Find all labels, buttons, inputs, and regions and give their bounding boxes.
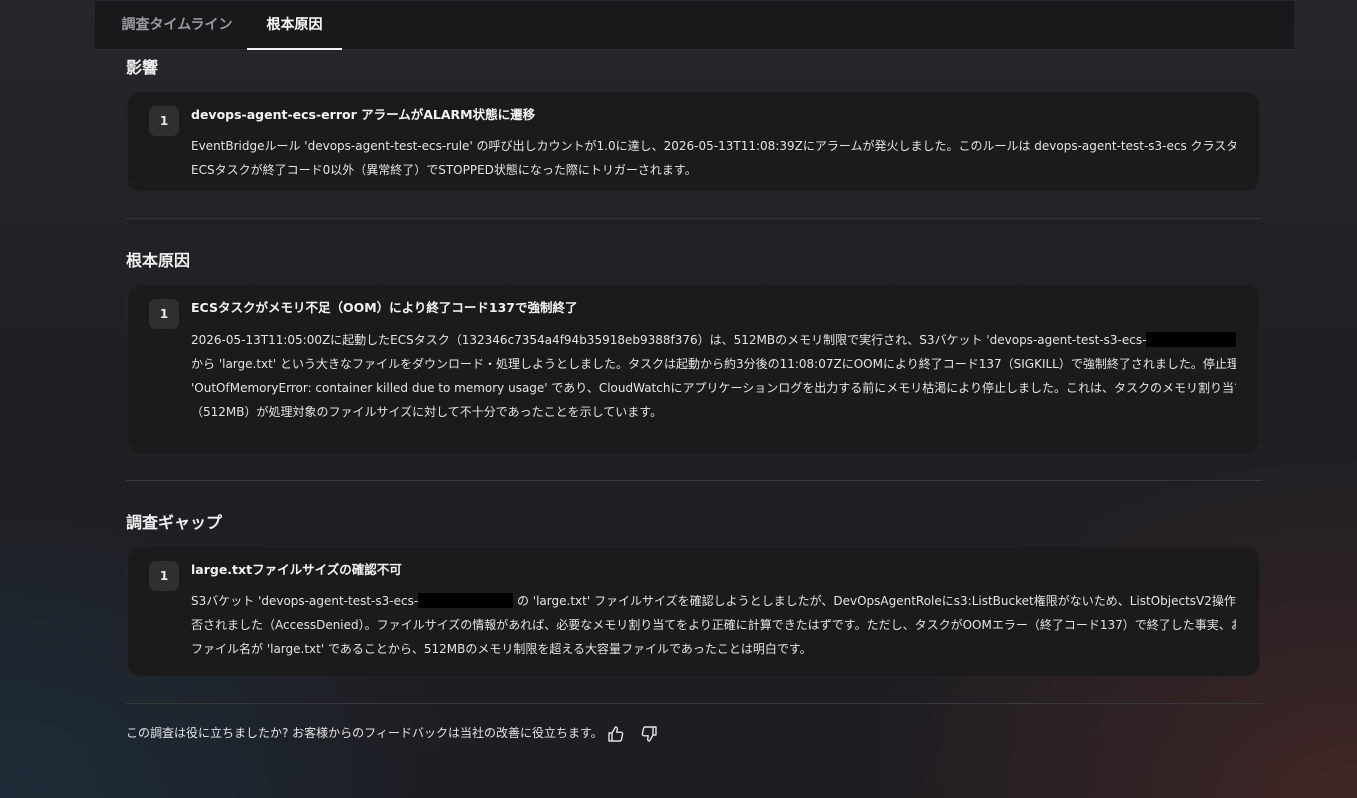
root-cause-item-description: 2026-05-13T11:05:00Zに起動したECSタスク（132346c7… [191,328,1236,424]
root-cause-card: 1 ECSタスクがメモリ不足（OOM）により終了コード137で強制終了 2026… [127,284,1260,454]
thumbs-down-button[interactable] [639,724,659,744]
gap-item-title: large.txtファイルサイズの確認不可 [191,562,402,577]
tab-investigation-timeline[interactable]: 調査タイムライン [117,1,237,49]
tab-root-cause[interactable]: 根本原因 [247,1,342,50]
thumbs-up-icon [608,726,624,742]
impact-section-title: 影響 [126,58,159,77]
redacted-block [418,593,514,608]
feedback-prompt: この調査は役に立ちましたか? お客様からのフィードバックは当社の改善に役立ちます… [126,726,603,740]
description-line: （512MB）が処理対象のファイルサイズに対して不十分であったことを示しています… [191,405,663,419]
thumbs-up-button[interactable] [606,724,626,744]
tab-bar: 調査タイムライン 根本原因 [95,1,1294,50]
description-line: 否されました（AccessDenied）。ファイルサイズの情報があれば、必要なメ… [191,618,1236,632]
root-cause-item-title: ECSタスクがメモリ不足（OOM）により終了コード137で強制終了 [191,300,578,315]
description-line: S3バケット 'devops-agent-test-s3-ecs- の 'lar… [191,593,1236,608]
thumbs-down-icon [641,726,657,742]
root-cause-section-title: 根本原因 [126,251,191,270]
gap-item-description: S3バケット 'devops-agent-test-s3-ecs- の 'lar… [191,589,1236,661]
description-line: EventBridgeルール 'devops-agent-test-ecs-ru… [191,139,1236,153]
impact-card: 1 devops-agent-ecs-error アラームがALARM状態に遷移… [127,91,1260,192]
investigation-gaps-card: 1 large.txtファイルサイズの確認不可 S3バケット 'devops-a… [127,546,1260,677]
description-line: 2026-05-13T11:05:00Zに起動したECSタスク（132346c7… [191,328,1236,352]
section-divider [126,218,1262,219]
redacted-block [1146,332,1236,347]
impact-item-description: EventBridgeルール 'devops-agent-test-ecs-ru… [191,134,1236,182]
item-number-badge: 1 [149,106,179,136]
section-divider [126,480,1262,481]
item-number-badge: 1 [149,299,179,329]
item-number-badge: 1 [149,561,179,591]
description-line: ファイル名が 'large.txt' であることから、512MBのメモリ制限を超… [191,642,812,656]
description-line: から 'large.txt' という大きなファイルをダウンロード・処理しようとし… [191,357,1236,371]
section-divider [126,703,1262,704]
impact-item-title: devops-agent-ecs-error アラームがALARM状態に遷移 [191,107,536,122]
investigation-gaps-section-title: 調査ギャップ [126,513,223,532]
description-line: 'OutOfMemoryError: container killed due … [191,381,1236,395]
description-line: ECSタスクが終了コード0以外（異常終了）でSTOPPED状態になった際にトリガ… [191,163,697,177]
